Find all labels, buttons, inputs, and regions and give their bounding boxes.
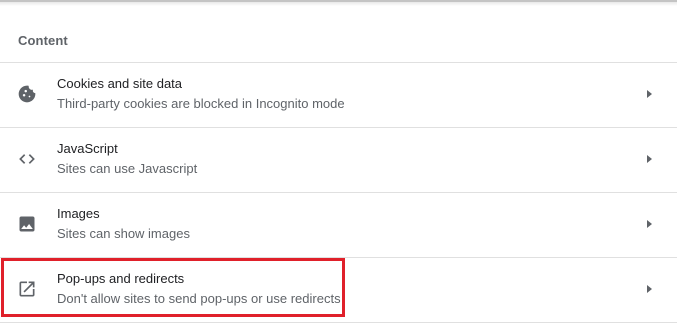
row-title: Cookies and site data <box>57 76 183 91</box>
row-title: JavaScript <box>57 141 118 156</box>
row-title: Pop-ups and redirects <box>57 271 185 286</box>
code-icon <box>17 149 37 169</box>
row-subtitle: Don't allow sites to send pop-ups or use… <box>57 291 341 306</box>
arrow-right-icon <box>647 90 652 98</box>
row-pop-ups-and-redirects[interactable]: Pop-ups and redirects Don't allow sites … <box>0 258 677 322</box>
arrow-right-icon <box>647 220 652 228</box>
cookie-icon <box>17 84 37 104</box>
row-title: Images <box>57 206 100 221</box>
row-subtitle: Sites can use Javascript <box>57 161 198 176</box>
top-shadow <box>0 2 677 6</box>
row-javascript[interactable]: JavaScript Sites can use Javascript <box>0 128 677 192</box>
row-subtitle: Sites can show images <box>57 226 190 241</box>
image-icon <box>17 214 37 234</box>
section-title: Content <box>18 33 68 48</box>
arrow-right-icon <box>647 285 652 293</box>
row-images[interactable]: Images Sites can show images <box>0 193 677 257</box>
content-settings-page: Content Cookies and site data Third-part… <box>0 0 677 326</box>
row-subtitle: Third-party cookies are blocked in Incog… <box>57 96 345 111</box>
open-in-new-icon <box>17 279 37 299</box>
arrow-right-icon <box>647 155 652 163</box>
row-cookies-and-site-data[interactable]: Cookies and site data Third-party cookie… <box>0 63 677 127</box>
row-divider <box>0 322 677 323</box>
